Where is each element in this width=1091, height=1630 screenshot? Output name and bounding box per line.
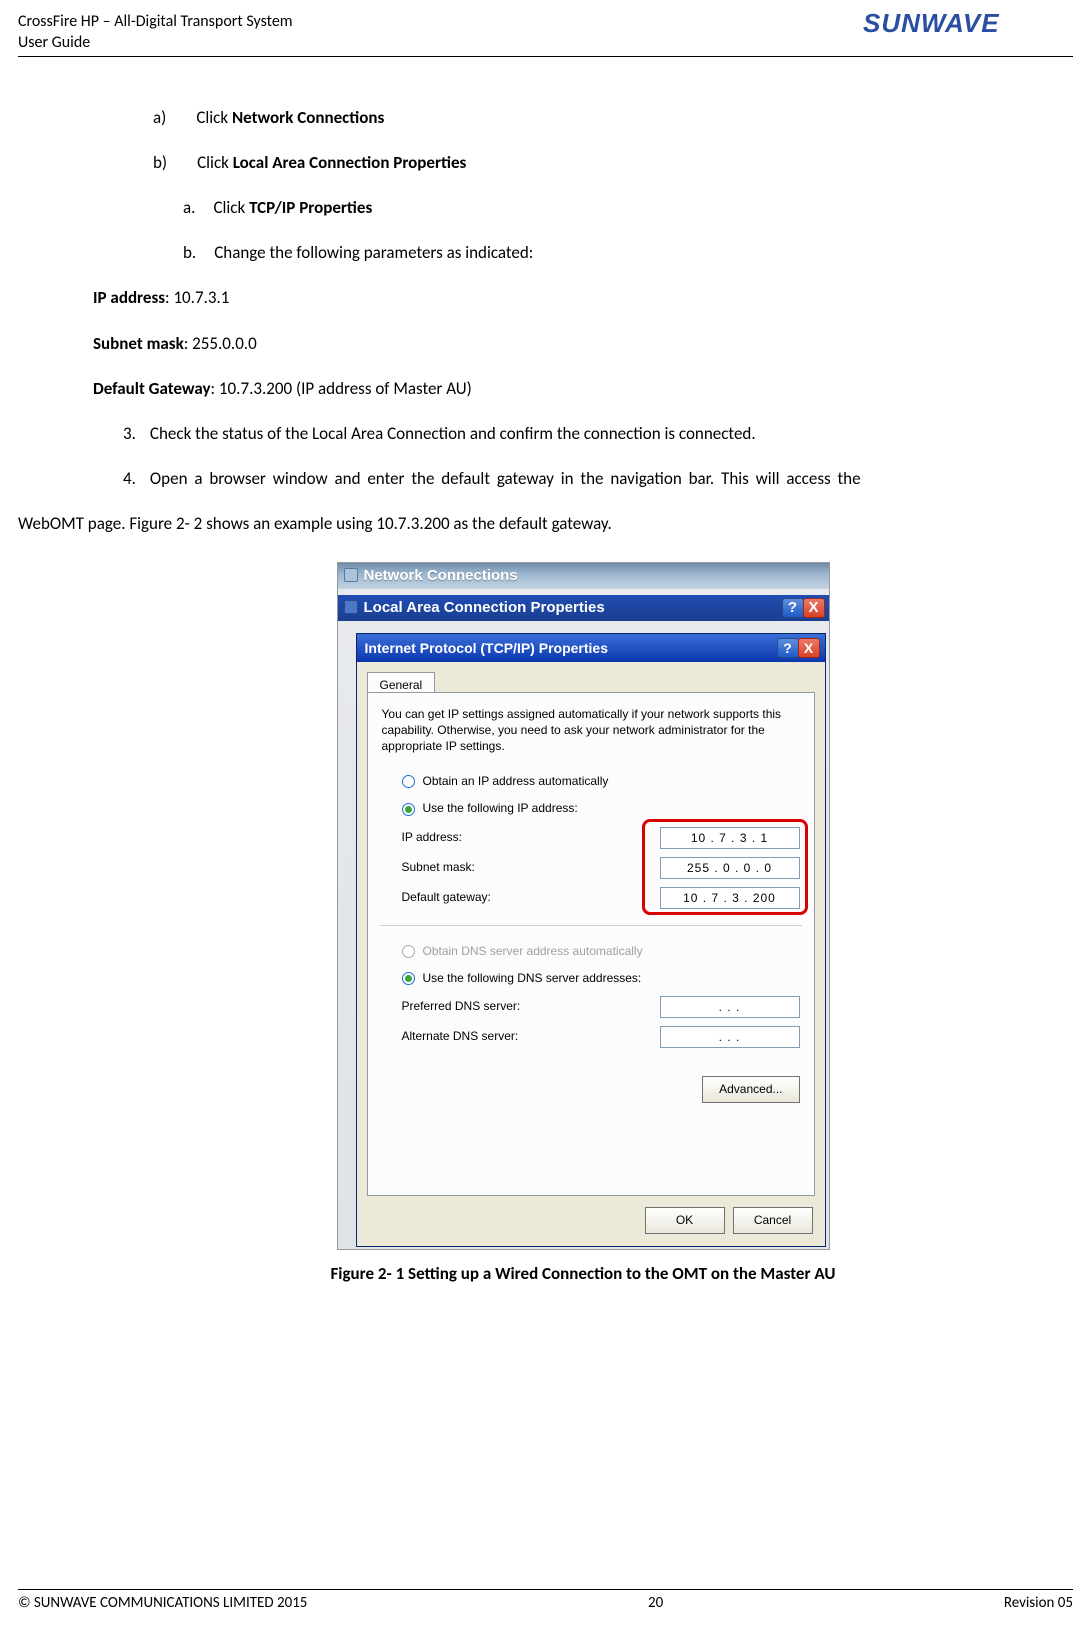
tab-panel: You can get IP settings assigned automat… (367, 692, 815, 1196)
advanced-wrap: Advanced... (382, 1076, 800, 1103)
header-text: CrossFire HP – All-Digital Transport Sys… (18, 12, 293, 54)
item-a-text: Click Network Connections (196, 104, 384, 131)
num4-text: Open a browser window and enter the defa… (150, 465, 861, 492)
logo-text-svg: SUNWAVE (863, 8, 1000, 38)
radio-obtain-dns-label: Obtain DNS server address automatically (423, 942, 643, 961)
tcpip-window-buttons: ? X (778, 638, 820, 658)
radio-icon-selected[interactable] (402, 803, 415, 816)
alt-dns-input[interactable]: . . . (660, 1026, 800, 1048)
network-connections-title: Network Connections (364, 567, 518, 584)
radio-icon-disabled (402, 945, 415, 958)
radio-use-dns-row[interactable]: Use the following DNS server addresses: (382, 969, 800, 988)
sub-b-label: b. (183, 239, 196, 266)
field-alt-dns: Alternate DNS server: . . . (382, 1026, 800, 1048)
sub-a-label: a. (183, 194, 195, 221)
tcpip-window: Internet Protocol (TCP/IP) Properties ? … (356, 633, 826, 1247)
footer-left: © SUNWAVE COMMUNICATIONS LIMITED 2015 (18, 1594, 307, 1612)
list-sub-a: a. Click TCP/IP Properties (93, 194, 1073, 221)
screenshot: Network Connections Local Area Connectio… (337, 562, 830, 1250)
page-header: CrossFire HP – All-Digital Transport Sys… (18, 12, 1073, 57)
radio-use-ip-label: Use the following IP address: (423, 799, 578, 818)
sub-a-text: Click TCP/IP Properties (213, 194, 372, 221)
content: a) Click Network Connections b) Click Lo… (18, 69, 1073, 1288)
divider (380, 925, 802, 926)
list-item-a: a) Click Network Connections (93, 104, 1073, 131)
num3-label: 3. (123, 420, 136, 447)
tcpip-close-button[interactable]: X (798, 638, 820, 658)
close-button[interactable]: X (803, 598, 825, 618)
lac-icon (344, 600, 358, 614)
item-a-label: a) (153, 104, 166, 131)
item-b-label: b) (153, 149, 167, 176)
sub-b-text: Change the following parameters as indic… (214, 239, 533, 266)
pref-dns-label: Preferred DNS server: (402, 997, 552, 1016)
subnet-label: Subnet mask: (402, 858, 552, 877)
header-line1: CrossFire HP – All-Digital Transport Sys… (18, 12, 293, 33)
num3-text: Check the status of the Local Area Conne… (150, 420, 756, 447)
list-item-b: b) Click Local Area Connection Propertie… (93, 149, 1073, 176)
sunwave-logo: SUNWAVE (863, 6, 1073, 45)
advanced-button[interactable]: Advanced... (702, 1076, 799, 1103)
header-line2: User Guide (18, 33, 293, 54)
pref-dns-input[interactable]: . . . (660, 996, 800, 1018)
highlight-box (642, 819, 808, 915)
num4-label: 4. (123, 465, 136, 492)
gateway-label: Default gateway: (402, 888, 552, 907)
alt-dns-label: Alternate DNS server: (402, 1027, 552, 1046)
radio-icon-selected-dns[interactable] (402, 972, 415, 985)
radio-use-ip-row[interactable]: Use the following IP address: (382, 799, 800, 818)
radio-obtain-dns-row: Obtain DNS server address automatically (382, 942, 800, 961)
param-subnet: Subnet mask: 255.0.0.0 (93, 330, 1073, 357)
final-para: WebOMT page. Figure 2- 2 shows an exampl… (93, 510, 1073, 537)
item-b-text: Click Local Area Connection Properties (197, 149, 466, 176)
param-gateway: Default Gateway: 10.7.3.200 (IP address … (93, 375, 1073, 402)
radio-obtain-ip-label: Obtain an IP address automatically (423, 772, 609, 791)
radio-obtain-ip-row[interactable]: Obtain an IP address automatically (382, 772, 800, 791)
tcpip-help-button[interactable]: ? (777, 638, 799, 658)
lac-title: Local Area Connection Properties (364, 599, 605, 616)
num-item-3: 3. Check the status of the Local Area Co… (93, 420, 1073, 447)
intro-text: You can get IP settings assigned automat… (382, 707, 800, 754)
tcpip-title: Internet Protocol (TCP/IP) Properties (365, 640, 608, 656)
param-ip: IP address: 10.7.3.1 (93, 284, 1073, 311)
tcpip-titlebar: Internet Protocol (TCP/IP) Properties ? … (357, 634, 825, 662)
figure-caption: Figure 2- 1 Setting up a Wired Connectio… (93, 1260, 1073, 1287)
lac-titlebar: Local Area Connection Properties ? X (338, 595, 829, 621)
page-footer: © SUNWAVE COMMUNICATIONS LIMITED 2015 20… (18, 1589, 1073, 1612)
ip-label: IP address: (402, 828, 552, 847)
ok-button[interactable]: OK (645, 1207, 725, 1234)
help-button[interactable]: ? (782, 598, 804, 618)
footer-page-number: 20 (648, 1594, 663, 1612)
lac-window-buttons: ? X (783, 598, 825, 618)
network-connections-icon (344, 568, 358, 582)
num-item-4: 4. Open a browser window and enter the d… (93, 465, 1073, 492)
field-pref-dns: Preferred DNS server: . . . (382, 996, 800, 1018)
network-connections-titlebar: Network Connections (338, 563, 829, 589)
figure-wrap: Network Connections Local Area Connectio… (93, 562, 1073, 1287)
footer-right: Revision 05 (1004, 1594, 1073, 1612)
cancel-button[interactable]: Cancel (733, 1207, 813, 1234)
bottom-buttons: OK Cancel (645, 1207, 813, 1234)
radio-use-dns-label: Use the following DNS server addresses: (423, 969, 642, 988)
radio-icon[interactable] (402, 775, 415, 788)
list-sub-b: b. Change the following parameters as in… (93, 239, 1073, 266)
